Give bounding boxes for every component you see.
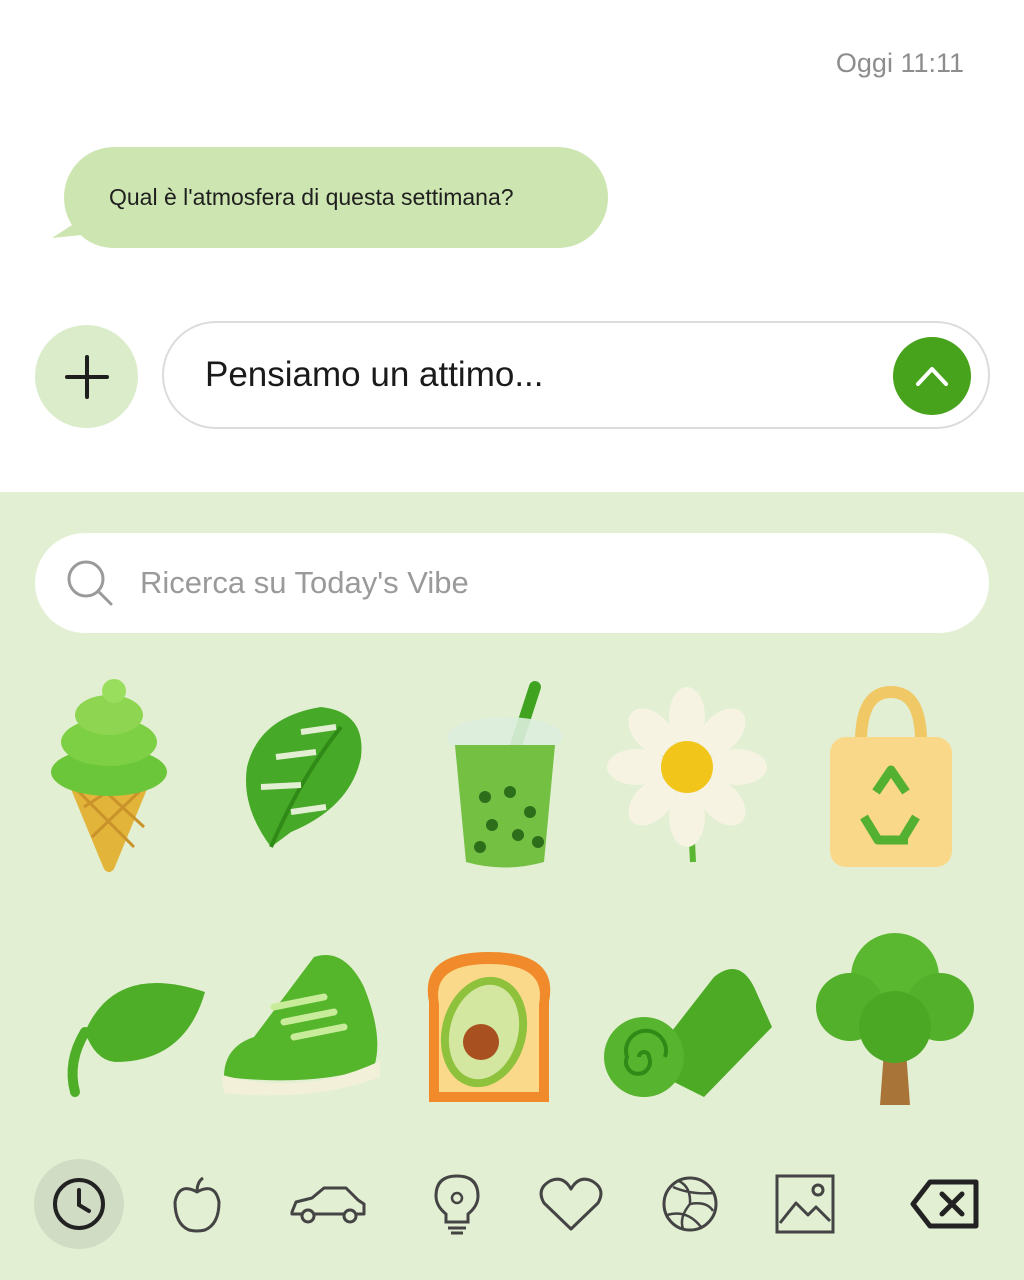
send-button[interactable] — [893, 337, 971, 415]
sticker-panel: Ricerca su Today's Vibe — [0, 492, 1024, 1280]
lightbulb-icon — [434, 1174, 480, 1235]
chevron-up-icon — [916, 367, 948, 386]
backspace-icon — [910, 1179, 979, 1229]
tab-images[interactable] — [760, 1159, 850, 1249]
add-attachment-button[interactable] — [35, 325, 138, 428]
sticker-search-field[interactable]: Ricerca su Today's Vibe — [35, 533, 989, 633]
sticker-category-tabs — [0, 1154, 1024, 1254]
volleyball-icon — [662, 1176, 718, 1232]
image-icon — [775, 1174, 835, 1234]
recycle-bag-sticker[interactable] — [806, 672, 976, 882]
plus-icon — [64, 354, 109, 399]
apple-icon — [173, 1176, 221, 1233]
message-text: Qual è l'atmosfera di questa settimana? — [109, 184, 514, 210]
tab-activities[interactable] — [645, 1159, 735, 1249]
sneaker-sticker[interactable] — [214, 912, 384, 1122]
tree-sticker[interactable] — [810, 912, 980, 1122]
message-timestamp: Oggi 11:11 — [835, 48, 964, 78]
clock-icon — [53, 1178, 105, 1230]
tab-travel[interactable] — [283, 1159, 373, 1249]
search-placeholder[interactable]: Ricerca su Today's Vibe — [140, 565, 469, 601]
tab-food[interactable] — [152, 1159, 242, 1249]
avocado-toast-sticker[interactable] — [404, 922, 574, 1132]
search-icon — [67, 560, 113, 606]
yoga-mat-sticker[interactable] — [604, 922, 774, 1132]
car-icon — [290, 1186, 366, 1224]
backspace-button[interactable] — [900, 1159, 990, 1249]
leaf-sticker[interactable] — [50, 922, 220, 1132]
heart-icon — [539, 1177, 603, 1231]
monstera-leaf-sticker[interactable] — [216, 672, 386, 882]
tab-symbols[interactable] — [526, 1159, 616, 1249]
tab-objects[interactable] — [412, 1159, 502, 1249]
incoming-message-bubble: Qual è l'atmosfera di questa settimana? — [64, 147, 608, 248]
message-input[interactable]: Pensiamo un attimo... — [162, 321, 990, 429]
tab-recent[interactable] — [34, 1159, 124, 1249]
bubble-tea-sticker[interactable] — [420, 672, 590, 882]
ice-cream-sticker[interactable] — [24, 672, 194, 882]
message-input-text[interactable]: Pensiamo un attimo... — [205, 355, 544, 395]
daisy-sticker[interactable] — [602, 672, 772, 882]
